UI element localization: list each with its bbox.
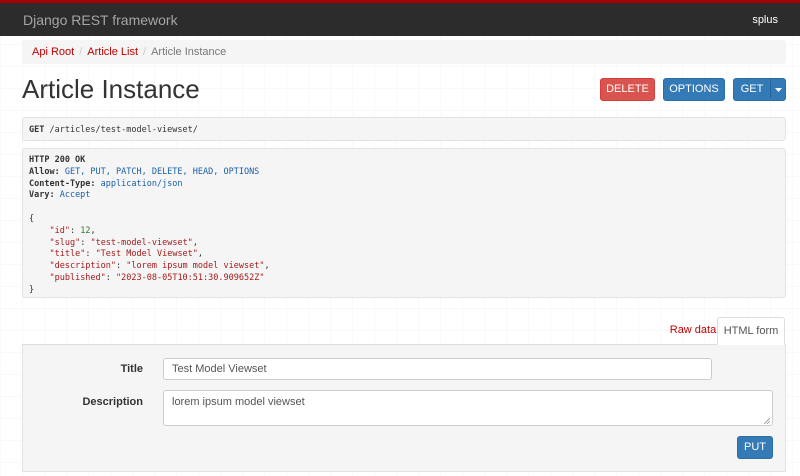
json-value: 12 [80, 225, 91, 236]
tab-html-form[interactable]: HTML form [717, 317, 785, 345]
header-name: Vary: [29, 190, 55, 201]
json-key: "description" [49, 261, 117, 272]
header-value: Accept [54, 190, 91, 201]
json-value: "lorem ipsum model viewset" [126, 261, 265, 272]
html-form: Title Description lorem ipsum model view… [22, 345, 786, 472]
json-key: "title" [49, 249, 86, 260]
header-value: GET, PUT, PATCH, DELETE, HEAD, OPTIONS [59, 166, 260, 177]
user-menu[interactable]: splus [752, 14, 778, 26]
response-info: HTTP 200 OK Allow: GET, PUT, PATCH, DELE… [22, 148, 786, 298]
request-method: GET [29, 125, 45, 135]
json-key: "slug" [49, 237, 81, 248]
breadcrumb-article-list[interactable]: Article List [87, 46, 138, 58]
title-input[interactable] [163, 358, 712, 380]
get-format-dropdown[interactable] [771, 79, 785, 100]
header-value: application/json [95, 178, 183, 189]
breadcrumb-separator: / [143, 46, 147, 58]
json-open-brace: { [29, 213, 35, 224]
brand-link[interactable]: Django REST framework [23, 12, 178, 28]
page-title: Article Instance [22, 74, 200, 104]
header-name: Allow: [29, 166, 60, 177]
request-path: /articles/test-model-viewset/ [44, 125, 198, 135]
delete-button[interactable]: DELETE [600, 78, 655, 101]
breadcrumb-current: Article Instance [151, 46, 227, 58]
form-tabs: Raw data HTML form [22, 317, 786, 345]
description-textarea[interactable]: lorem ipsum model viewset [163, 390, 773, 426]
json-key: "published" [49, 272, 106, 283]
breadcrumb: Api Root / Article List / Article Instance [22, 40, 786, 64]
json-value: "2023-08-05T10:51:30.909652Z" [116, 272, 265, 283]
json-value: "test-model-viewset" [90, 237, 193, 248]
title-label: Title [120, 363, 143, 375]
resize-handle-icon[interactable] [764, 418, 770, 424]
header-name: Content-Type: [29, 178, 96, 189]
get-button[interactable]: GET [734, 79, 770, 100]
caret-down-icon [775, 87, 782, 92]
request-info: GET /articles/test-model-viewset/ [22, 117, 786, 141]
breadcrumb-separator: / [79, 46, 83, 58]
options-button[interactable]: OPTIONS [663, 78, 725, 101]
response-status: HTTP 200 OK [29, 155, 86, 165]
description-label: Description [82, 396, 143, 408]
put-button[interactable]: PUT [737, 436, 773, 459]
get-button-group: GET [733, 78, 786, 101]
navbar: Django REST framework splus [0, 0, 800, 36]
json-value: "Test Model Viewset" [95, 249, 198, 260]
json-close-brace: } [29, 284, 35, 295]
breadcrumb-api-root[interactable]: Api Root [32, 46, 74, 58]
json-key: "id" [49, 225, 70, 236]
